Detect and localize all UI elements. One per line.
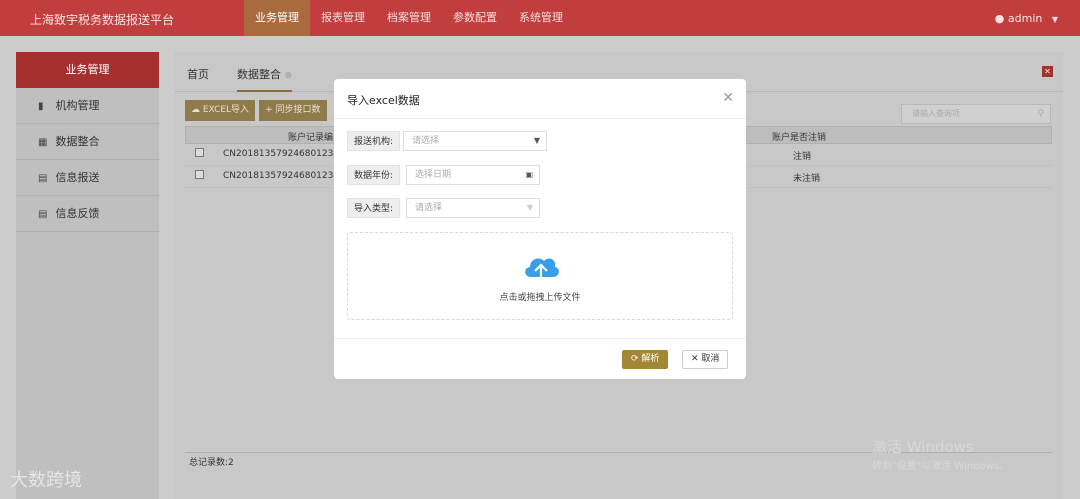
sync-label: 同步接口数 [275,105,321,115]
nav-item-business[interactable]: 业务管理 [244,0,310,36]
user-icon: ● [994,12,1005,25]
close-all-tabs-icon[interactable]: ✕ [1042,66,1053,77]
document-icon: ▤ [38,209,48,220]
import-type-placeholder: 请选择 [415,203,443,213]
sidebar-item-label: 信息报送 [55,171,100,184]
chevron-down-icon: ▼ [1051,15,1058,24]
top-bar: 上海致宇税务数据报送平台 业务管理 报表管理 档案管理 参数配置 系统管理 ● … [0,0,1080,36]
cell-account: CN2018135792468012345 [223,171,345,181]
parse-button[interactable]: ⟳ 解析 [622,350,669,369]
activation-watermark: 激活 Windows [872,438,974,456]
sidebar-item-data-integration[interactable]: ▦ 数据整合 [16,124,159,160]
cloud-upload-icon [525,258,559,284]
sidebar-item-report-submit[interactable]: ▤ 信息报送 [16,160,159,196]
column-header-account: 账户记录编 [288,133,334,143]
cell-status: 未注销 [793,174,821,184]
sidebar-item-label: 机构管理 [55,99,100,112]
row-checkbox[interactable] [195,170,204,179]
cancel-button[interactable]: ✕ 取消 [682,350,729,369]
refresh-icon: ⟳ [631,354,639,364]
upload-dropzone[interactable]: 点击或拖拽上传文件 [347,232,733,320]
field-label: 数据年份: [347,165,401,185]
nav-item-params[interactable]: 参数配置 [442,0,508,36]
close-icon: ✕ [691,354,699,364]
plus-icon: + [265,105,273,115]
institution-placeholder: 请选择 [412,136,440,146]
calendar-icon: ▣ [525,170,533,179]
main-nav: 业务管理 报表管理 档案管理 参数配置 系统管理 [244,0,574,36]
nav-item-reports[interactable]: 报表管理 [310,0,376,36]
excel-import-button[interactable]: ☁ EXCEL导入 [185,100,256,121]
search-icon: ⚲ [1037,109,1044,119]
corner-logo: 大数跨境 [10,470,82,491]
caret-down-icon: ▼ [526,203,533,212]
cloud-icon: ☁ [191,105,200,115]
sidebar-item-institutions[interactable]: ▮ 机构管理 [16,88,159,124]
close-icon[interactable]: ✕ [722,90,734,106]
sidebar-header[interactable]: 业务管理 [16,52,159,88]
field-label: 导入类型: [347,198,401,218]
cell-account: CN2018135792468012345 [223,149,345,159]
tab-data-integration[interactable]: 数据整合 ⊗ [237,66,293,92]
institution-select[interactable]: 请选择 ▼ [403,131,547,151]
field-import-type: 导入类型: 请选择 ▼ [347,198,540,218]
year-placeholder: 选择日期 [415,170,452,180]
document-icon: ▤ [38,173,48,184]
field-label: 报送机构: [347,131,401,151]
sync-button[interactable]: + 同步接口数 [259,100,327,121]
nav-item-system[interactable]: 系统管理 [508,0,574,36]
dialog-header: 导入excel数据 ✕ [334,79,746,119]
sidebar-item-label: 信息反馈 [55,207,100,220]
excel-import-label: EXCEL导入 [202,105,250,115]
parse-label: 解析 [641,354,660,364]
grid-icon: ▦ [38,137,48,148]
toolbar: ☁ EXCEL导入 + 同步接口数 [185,100,327,121]
sidebar-item-feedback[interactable]: ▤ 信息反馈 [16,196,159,232]
cancel-label: 取消 [701,354,720,364]
close-circle-icon[interactable]: ⊗ [285,71,293,81]
sidebar-item-label: 数据整合 [55,135,100,148]
user-menu[interactable]: ● admin ▼ [995,12,1058,25]
activation-watermark-sub: 转到"设置"以激活 Windows。 [872,461,1010,472]
import-excel-dialog: 导入excel数据 ✕ 报送机构: 请选择 ▼ 数据年份: 选择日期 ▣ 导入类… [334,79,746,379]
upload-hint: 点击或拖拽上传文件 [499,293,581,303]
cell-status: 注销 [793,152,812,162]
column-header-status: 账户是否注销 [772,133,827,143]
sidebar: 业务管理 ▮ 机构管理 ▦ 数据整合 ▤ 信息报送 ▤ 信息反馈 [16,52,159,499]
dialog-footer: ⟳ 解析 ✕ 取消 [334,338,746,379]
caret-down-icon: ▼ [533,136,540,145]
search-input[interactable]: 请输入查询项 ⚲ [901,104,1051,124]
dialog-title: 导入excel数据 [347,94,420,107]
import-type-select[interactable]: 请选择 ▼ [406,198,540,218]
year-date-picker[interactable]: 选择日期 ▣ [406,165,540,185]
tab-home[interactable]: 首页 [187,66,209,82]
user-name: admin [1007,12,1043,25]
app-title: 上海致宇税务数据报送平台 [30,13,175,27]
tab-label: 数据整合 [237,68,281,81]
search-placeholder: 请输入查询项 [912,109,960,118]
nav-item-archives[interactable]: 档案管理 [376,0,442,36]
bar-chart-icon: ▮ [38,101,44,112]
field-year: 数据年份: 选择日期 ▣ [347,165,540,185]
field-institution: 报送机构: 请选择 ▼ [347,131,547,151]
row-checkbox[interactable] [195,148,204,157]
